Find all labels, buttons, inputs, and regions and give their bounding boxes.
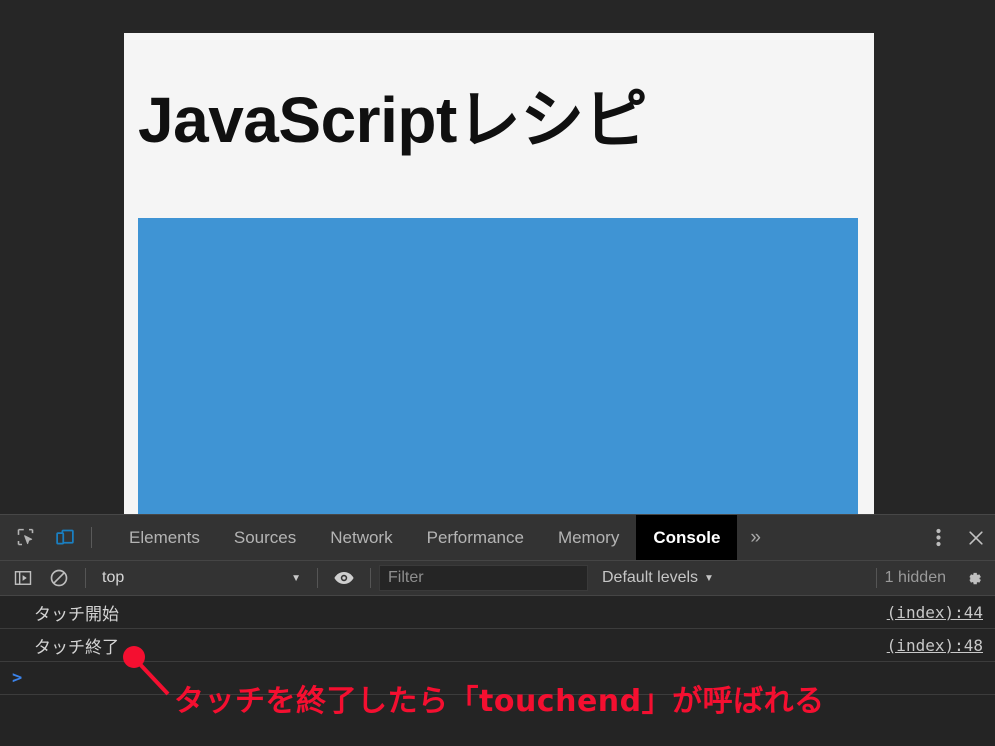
execution-context-value: top (102, 569, 125, 586)
tab-performance[interactable]: Performance (410, 515, 541, 560)
touch-target-area[interactable] (138, 218, 858, 514)
inspect-element-icon[interactable] (5, 515, 45, 560)
console-toolbar-divider-3 (370, 568, 371, 588)
console-message-row[interactable]: タッチ開始 (index):44 (0, 596, 995, 629)
hidden-messages-count: 1 hidden (884, 569, 946, 586)
page-title: JavaScriptレシピ (138, 84, 648, 156)
console-message-row[interactable]: タッチ終了 (index):48 (0, 629, 995, 662)
device-toolbar-icon[interactable] (45, 515, 85, 560)
gear-icon[interactable] (958, 563, 988, 593)
console-toolbar-right: 1 hidden (868, 563, 995, 593)
annotation-text: タッチを終了したら「touchend」が呼ばれる (174, 684, 825, 719)
execution-context-selector[interactable]: top ▼ (94, 565, 309, 591)
console-toolbar-divider-2 (317, 568, 318, 588)
tab-elements[interactable]: Elements (112, 515, 217, 560)
eye-icon[interactable] (326, 570, 362, 586)
devtools-tabbar: Elements Sources Network Performance Mem… (0, 515, 995, 560)
tab-memory[interactable]: Memory (541, 515, 636, 560)
close-icon[interactable] (957, 515, 995, 560)
screenshot-root: JavaScriptレシピ Elements Sources Network P… (0, 0, 995, 746)
console-sidebar-icon[interactable] (5, 568, 41, 588)
chevron-down-icon: ▼ (291, 572, 301, 584)
console-message-source-link[interactable]: (index):44 (887, 603, 983, 622)
more-tabs-icon[interactable]: » (737, 515, 774, 560)
console-message-list[interactable]: タッチ開始 (index):44 タッチ終了 (index):48 > (0, 596, 995, 746)
tab-network[interactable]: Network (313, 515, 409, 560)
console-message-text: タッチ開始 (34, 604, 119, 624)
tab-sources[interactable]: Sources (217, 515, 313, 560)
devtools-tabbar-actions (906, 515, 995, 560)
console-message-text: タッチ終了 (34, 637, 119, 657)
tab-console[interactable]: Console (636, 515, 738, 560)
clear-console-icon[interactable] (41, 568, 77, 588)
console-filter-input[interactable] (379, 565, 588, 591)
log-levels-selector[interactable]: Default levels ▼ (602, 569, 714, 587)
console-toolbar: top ▼ Default levels ▼ 1 hidden (0, 560, 995, 596)
console-toolbar-divider-1 (85, 568, 86, 588)
console-message-source-link[interactable]: (index):48 (887, 636, 983, 655)
chevron-down-icon-levels: ▼ (704, 572, 714, 584)
console-toolbar-divider-4 (875, 568, 877, 588)
log-levels-value: Default levels (602, 569, 699, 586)
browser-viewport: JavaScriptレシピ (124, 33, 874, 514)
vertical-dots-icon[interactable] (919, 515, 957, 560)
prompt-caret-icon: > (12, 668, 23, 688)
toolbar-divider (91, 527, 92, 548)
devtools-tab-list: Elements Sources Network Performance Mem… (112, 515, 774, 560)
